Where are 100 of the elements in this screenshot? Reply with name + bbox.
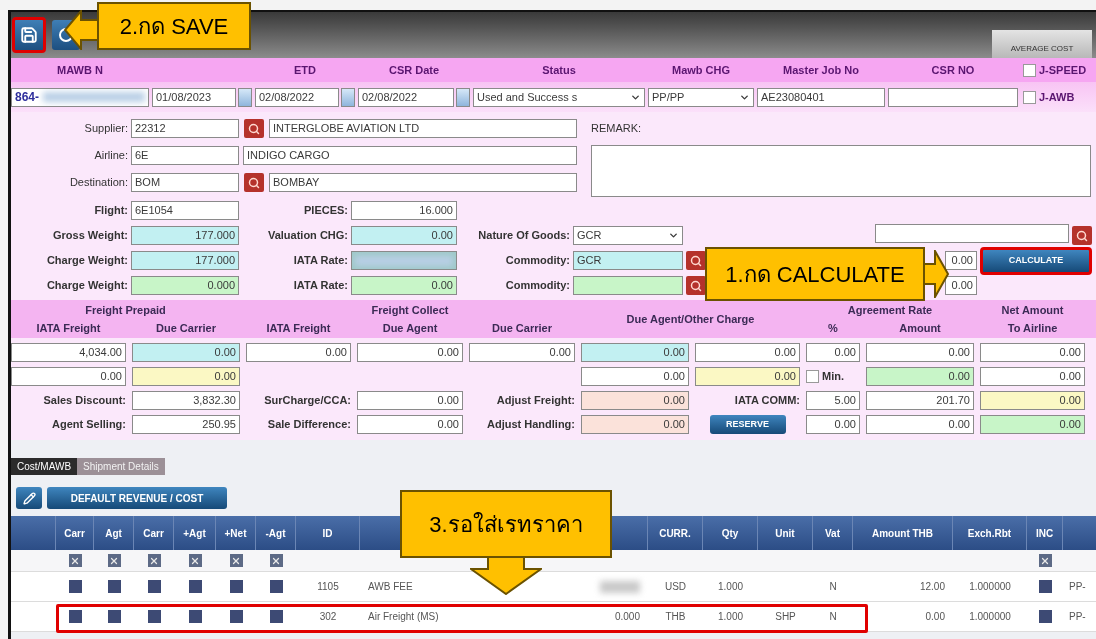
checkbox[interactable]	[229, 610, 243, 623]
amount-field[interactable]: 0.00	[806, 415, 860, 434]
search-button[interactable]	[686, 251, 706, 270]
checkbox[interactable]	[147, 610, 161, 623]
checkbox[interactable]	[1038, 554, 1052, 567]
checkbox[interactable]: J-SPEED	[1023, 61, 1087, 79]
checkbox[interactable]	[147, 580, 161, 593]
search-button[interactable]	[244, 119, 264, 138]
checkbox[interactable]	[269, 580, 283, 593]
value-field[interactable]	[875, 224, 1069, 243]
amount-field[interactable]: 0.00	[357, 391, 463, 410]
checkbox[interactable]	[68, 610, 82, 623]
amount-field[interactable]: 3,832.30	[132, 391, 240, 410]
amount-field[interactable]: 0.00	[581, 391, 689, 410]
amount-field[interactable]: 0.00	[866, 415, 974, 434]
amount-field[interactable]: 0.00	[980, 367, 1085, 386]
checkbox[interactable]	[68, 554, 82, 567]
select-field[interactable]: PP/PP	[648, 87, 754, 107]
checkbox[interactable]	[1038, 610, 1052, 623]
input-field[interactable]: AE23080401	[757, 87, 885, 107]
input-field[interactable]	[888, 87, 1018, 107]
value-field[interactable]: 0.00	[945, 276, 977, 295]
name-field[interactable]: INDIGO CARGO	[243, 146, 577, 165]
value-field[interactable]: 16.000	[351, 201, 457, 220]
amount-field[interactable]: 0.00	[581, 343, 689, 362]
average-cost-button[interactable]: AVERAGE COST	[992, 30, 1092, 58]
checkbox[interactable]	[147, 554, 161, 567]
checkbox[interactable]	[68, 580, 82, 593]
amount-field[interactable]: 0.00	[980, 391, 1085, 410]
value-field[interactable]: 6E1054	[131, 201, 239, 220]
amount-field[interactable]: 0.00	[695, 367, 800, 386]
amount-field[interactable]: 0.00	[581, 415, 689, 434]
checkbox[interactable]	[188, 554, 202, 567]
calendar-button[interactable]	[341, 87, 355, 107]
date-field[interactable]: 02/08/2022	[358, 87, 454, 107]
value-field[interactable]: 0.00	[351, 226, 457, 245]
edit-button[interactable]	[16, 487, 42, 509]
checkbox[interactable]	[269, 554, 283, 567]
select-field[interactable]: GCR	[573, 226, 683, 245]
checkbox[interactable]	[107, 554, 121, 567]
code-field[interactable]: 22312	[131, 119, 239, 138]
input-field[interactable]: 864-	[11, 87, 149, 107]
amount-field[interactable]: 0.00	[357, 343, 463, 362]
name-field[interactable]: BOMBAY	[269, 173, 577, 192]
amount-field[interactable]: 0.00	[132, 343, 240, 362]
checkbox[interactable]	[188, 610, 202, 623]
name-field[interactable]: INTERGLOBE AVIATION LTD	[269, 119, 577, 138]
search-button[interactable]	[686, 276, 706, 295]
checkbox[interactable]	[107, 580, 121, 593]
checkbox[interactable]: Min.	[806, 368, 844, 385]
calendar-button[interactable]	[456, 87, 470, 107]
amount-field[interactable]: 0.00	[132, 367, 240, 386]
checkbox[interactable]	[229, 554, 243, 567]
value-field[interactable]	[573, 276, 683, 295]
checkbox[interactable]	[229, 580, 243, 593]
save-button[interactable]	[12, 17, 46, 53]
amount-field[interactable]: 0.00	[806, 343, 860, 362]
column-header: Amount THB	[871, 526, 934, 541]
date-field[interactable]: 01/08/2023	[152, 87, 236, 107]
amount-field[interactable]: 4,034.00	[11, 343, 126, 362]
search-button[interactable]	[244, 173, 264, 192]
amount-field[interactable]: 0.00	[246, 343, 351, 362]
amount-field[interactable]: 0.00	[357, 415, 463, 434]
reserve-button[interactable]: RESERVE	[709, 415, 786, 434]
remark-field[interactable]	[591, 145, 1091, 197]
value-field[interactable]: 0.000	[131, 276, 239, 295]
value-field[interactable]: 177.000	[131, 251, 239, 270]
value-field[interactable]: 0.00	[945, 251, 977, 270]
default-revenue-cost-button[interactable]: DEFAULT REVENUE / COST	[47, 487, 227, 509]
amount-field[interactable]: 0.00	[866, 343, 974, 362]
value-field[interactable]: 0.00	[351, 276, 457, 295]
value-field[interactable]	[351, 251, 457, 270]
amount-field[interactable]: 0.00	[980, 415, 1085, 434]
value-field[interactable]: GCR	[573, 251, 683, 270]
calendar-button[interactable]	[238, 87, 252, 107]
amount-field[interactable]: 0.00	[581, 367, 689, 386]
amount-field[interactable]: 201.70	[866, 391, 974, 410]
checkbox[interactable]	[107, 610, 121, 623]
table-cell-text: N	[829, 610, 837, 624]
search-button[interactable]	[1072, 226, 1092, 245]
amount-field[interactable]: 0.00	[866, 367, 974, 386]
checkbox[interactable]	[188, 580, 202, 593]
amount-field[interactable]: 0.00	[980, 343, 1085, 362]
amount-field[interactable]: 250.95	[132, 415, 240, 434]
value-field[interactable]: 177.000	[131, 226, 239, 245]
calculate-button[interactable]: CALCULATE	[980, 246, 1092, 275]
checkbox[interactable]	[269, 610, 283, 623]
amount-field[interactable]: 0.00	[469, 343, 575, 362]
amount-field[interactable]: 5.00	[806, 391, 860, 410]
amount-field[interactable]: 0.00	[695, 343, 800, 362]
checkbox[interactable]: J-AWB	[1023, 88, 1075, 106]
amount-field[interactable]: 0.00	[11, 367, 126, 386]
code-field[interactable]: BOM	[131, 173, 239, 192]
checkbox[interactable]	[1038, 580, 1052, 593]
date-field[interactable]: 02/08/2022	[255, 87, 339, 107]
table-cell-text: 0.000	[614, 610, 640, 624]
tab[interactable]: Cost/MAWB	[11, 458, 78, 475]
column-header: Unit	[775, 526, 795, 541]
code-field[interactable]: 6E	[131, 146, 239, 165]
select-field[interactable]: Used and Success s	[473, 87, 645, 107]
